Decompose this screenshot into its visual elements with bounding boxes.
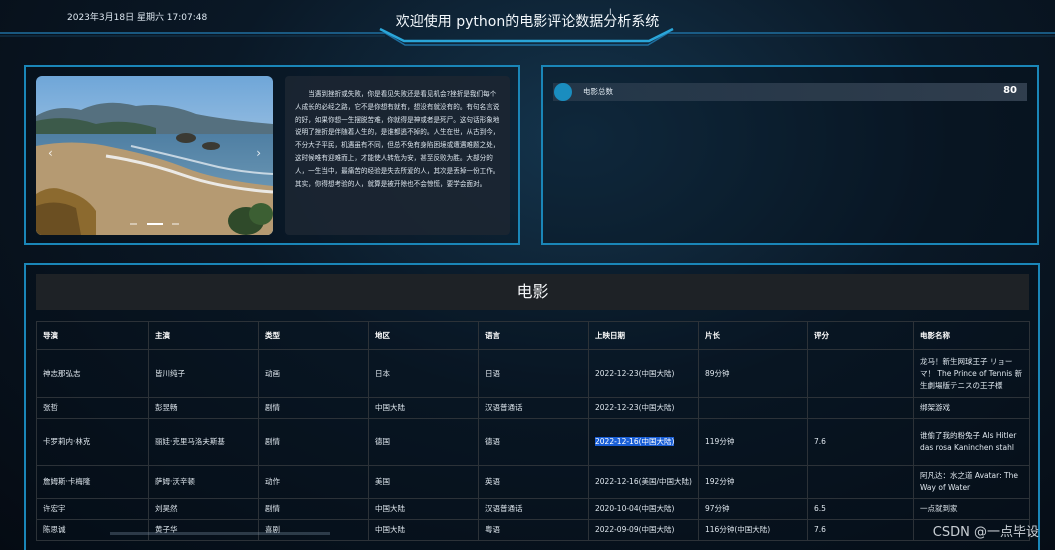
stat-label: 电影总数 [583,87,613,96]
cell-duration [698,397,808,419]
cell-title: 谁偷了我的粉兔子 Als Hitler das rosa Kaninchen s… [913,418,1030,466]
column-header-duration[interactable]: 片长 [698,321,808,350]
horizontal-scrollbar[interactable] [110,532,330,535]
intro-panel: ‹ › 当遇到挫折或失败，你是看见失败还是看见机会?挫折是我们每个人成长的必经之… [24,65,520,245]
carousel-indicators [36,210,273,229]
table-row[interactable]: 詹姆斯·卡梅隆 萨姆·沃辛顿 动作 美国 英语 2022-12-16(美国/中国… [36,465,1030,499]
cell-genre: 喜剧 [258,519,369,541]
cell-duration: 192分钟 [698,465,808,499]
cell-rating [807,465,914,499]
column-header-rating[interactable]: 评分 [807,321,914,350]
cell-genre: 剧情 [258,397,369,419]
carousel-dot-active[interactable] [146,223,163,225]
image-carousel[interactable]: ‹ › [36,76,273,235]
text-cursor-icon: I [609,8,612,18]
cell-star: 刘昊然 [148,498,259,520]
column-header-release-date[interactable]: 上映日期 [588,321,699,350]
header: 2023年3月18日 星期六 17:07:48 欢迎使用 python的电影评论… [0,0,1055,55]
cell-region: 中国大陆 [368,498,479,520]
intro-quote-text: 当遇到挫折或失败，你是看见失败还是看见机会?挫折是我们每个人成长的必经之路，它不… [285,76,510,235]
cell-director: 许宏宇 [36,498,149,520]
cell-release-date: 2022-12-23(中国大陆) [588,349,699,398]
cell-rating [807,349,914,398]
cell-region: 美国 [368,465,479,499]
cell-release-date: 2022-09-09(中国大陆) [588,519,699,541]
carousel-dot[interactable] [130,223,138,225]
cell-title: 龙马！新生网球王子 リョーマ！ The Prince of Tennis 新生劇… [913,349,1030,398]
cell-release-date: 2020-10-04(中国大陆) [588,498,699,520]
cell-rating: 7.6 [807,519,914,541]
column-header-star[interactable]: 主演 [148,321,259,350]
watermark: CSDN @一点毕设 [932,525,1039,540]
table-header-row: 导演 主演 类型 地区 语言 上映日期 片长 评分 电影名称 [36,321,1030,350]
cell-duration: 116分钟(中国大陆) [698,519,808,541]
cell-director: 张哲 [36,397,149,419]
movies-panel: 电影 导演 主演 类型 地区 语言 上映日期 片长 评分 电影名称 神志那弘志 … [24,263,1040,550]
cell-director: 陈思诚 [36,519,149,541]
cell-genre: 动画 [258,349,369,398]
table-row[interactable]: 卡罗莉内·林克 丽娃·克里马洛夫斯基 剧情 德国 德语 2022-12-16(中… [36,418,1030,466]
cell-genre: 剧情 [258,418,369,466]
cell-region: 中国大陆 [368,397,479,419]
stat-value: 80 [1003,85,1017,96]
movies-table: 导演 主演 类型 地区 语言 上映日期 片长 评分 电影名称 神志那弘志 皆川纯… [36,321,1030,541]
column-header-region[interactable]: 地区 [368,321,479,350]
cell-star: 丽娃·克里马洛夫斯基 [148,418,259,466]
cell-genre: 剧情 [258,498,369,520]
stat-dot-icon [554,83,572,101]
cell-release-date: 2022-12-16(美国/中国大陆) [588,465,699,499]
cell-star: 彭昱畅 [148,397,259,419]
cell-language: 汉语普通话 [478,397,589,419]
column-header-director[interactable]: 导演 [36,321,149,350]
cell-region: 德国 [368,418,479,466]
cell-rating: 7.6 [807,418,914,466]
column-header-genre[interactable]: 类型 [258,321,369,350]
selected-text-highlight: 2022-12-16(中国大陆) [595,437,675,446]
cell-director: 神志那弘志 [36,349,149,398]
cell-language: 粤语 [478,519,589,541]
column-header-language[interactable]: 语言 [478,321,589,350]
carousel-next-button[interactable]: › [256,146,261,160]
cell-language: 德语 [478,418,589,466]
table-row[interactable]: 张哲 彭昱畅 剧情 中国大陆 汉语普通话 2022-12-23(中国大陆) 绑架… [36,397,1030,419]
cell-duration: 97分钟 [698,498,808,520]
table-row[interactable]: 神志那弘志 皆川纯子 动画 日本 日语 2022-12-23(中国大陆) 89分… [36,349,1030,398]
cell-star: 黄子华 [148,519,259,541]
cell-language: 汉语普通话 [478,498,589,520]
cell-rating: 6.5 [807,498,914,520]
cell-region: 日本 [368,349,479,398]
column-header-title[interactable]: 电影名称 [913,321,1030,350]
cell-region: 中国大陆 [368,519,479,541]
cell-release-date: 2022-12-23(中国大陆) [588,397,699,419]
cell-title: 一点就到家 [913,498,1030,520]
cell-language: 英语 [478,465,589,499]
table-row[interactable]: 许宏宇 刘昊然 剧情 中国大陆 汉语普通话 2020-10-04(中国大陆) 9… [36,498,1030,520]
movie-total-stat: 电影总数 80 [553,83,1027,101]
cell-director: 詹姆斯·卡梅隆 [36,465,149,499]
cell-title: 阿凡达：水之道 Avatar: The Way of Water [913,465,1030,499]
page-title: 欢迎使用 python的电影评论数据分析系统 [395,14,660,30]
carousel-dot[interactable] [171,223,179,225]
cell-release-date: 2022-12-16(中国大陆) [588,418,699,466]
cell-director: 卡罗莉内·林克 [36,418,149,466]
carousel-prev-button[interactable]: ‹ [48,146,53,160]
cell-duration: 89分钟 [698,349,808,398]
cell-duration: 119分钟 [698,418,808,466]
cell-language: 日语 [478,349,589,398]
table-row[interactable]: 陈思诚 黄子华 喜剧 中国大陆 粤语 2022-09-09(中国大陆) 116分… [36,519,1030,541]
stats-panel: 电影总数 80 [541,65,1039,245]
cell-star: 皆川纯子 [148,349,259,398]
cell-genre: 动作 [258,465,369,499]
cell-title: 绑架游戏 [913,397,1030,419]
cell-rating [807,397,914,419]
cell-star: 萨姆·沃辛顿 [148,465,259,499]
movies-title: 电影 [36,274,1029,310]
